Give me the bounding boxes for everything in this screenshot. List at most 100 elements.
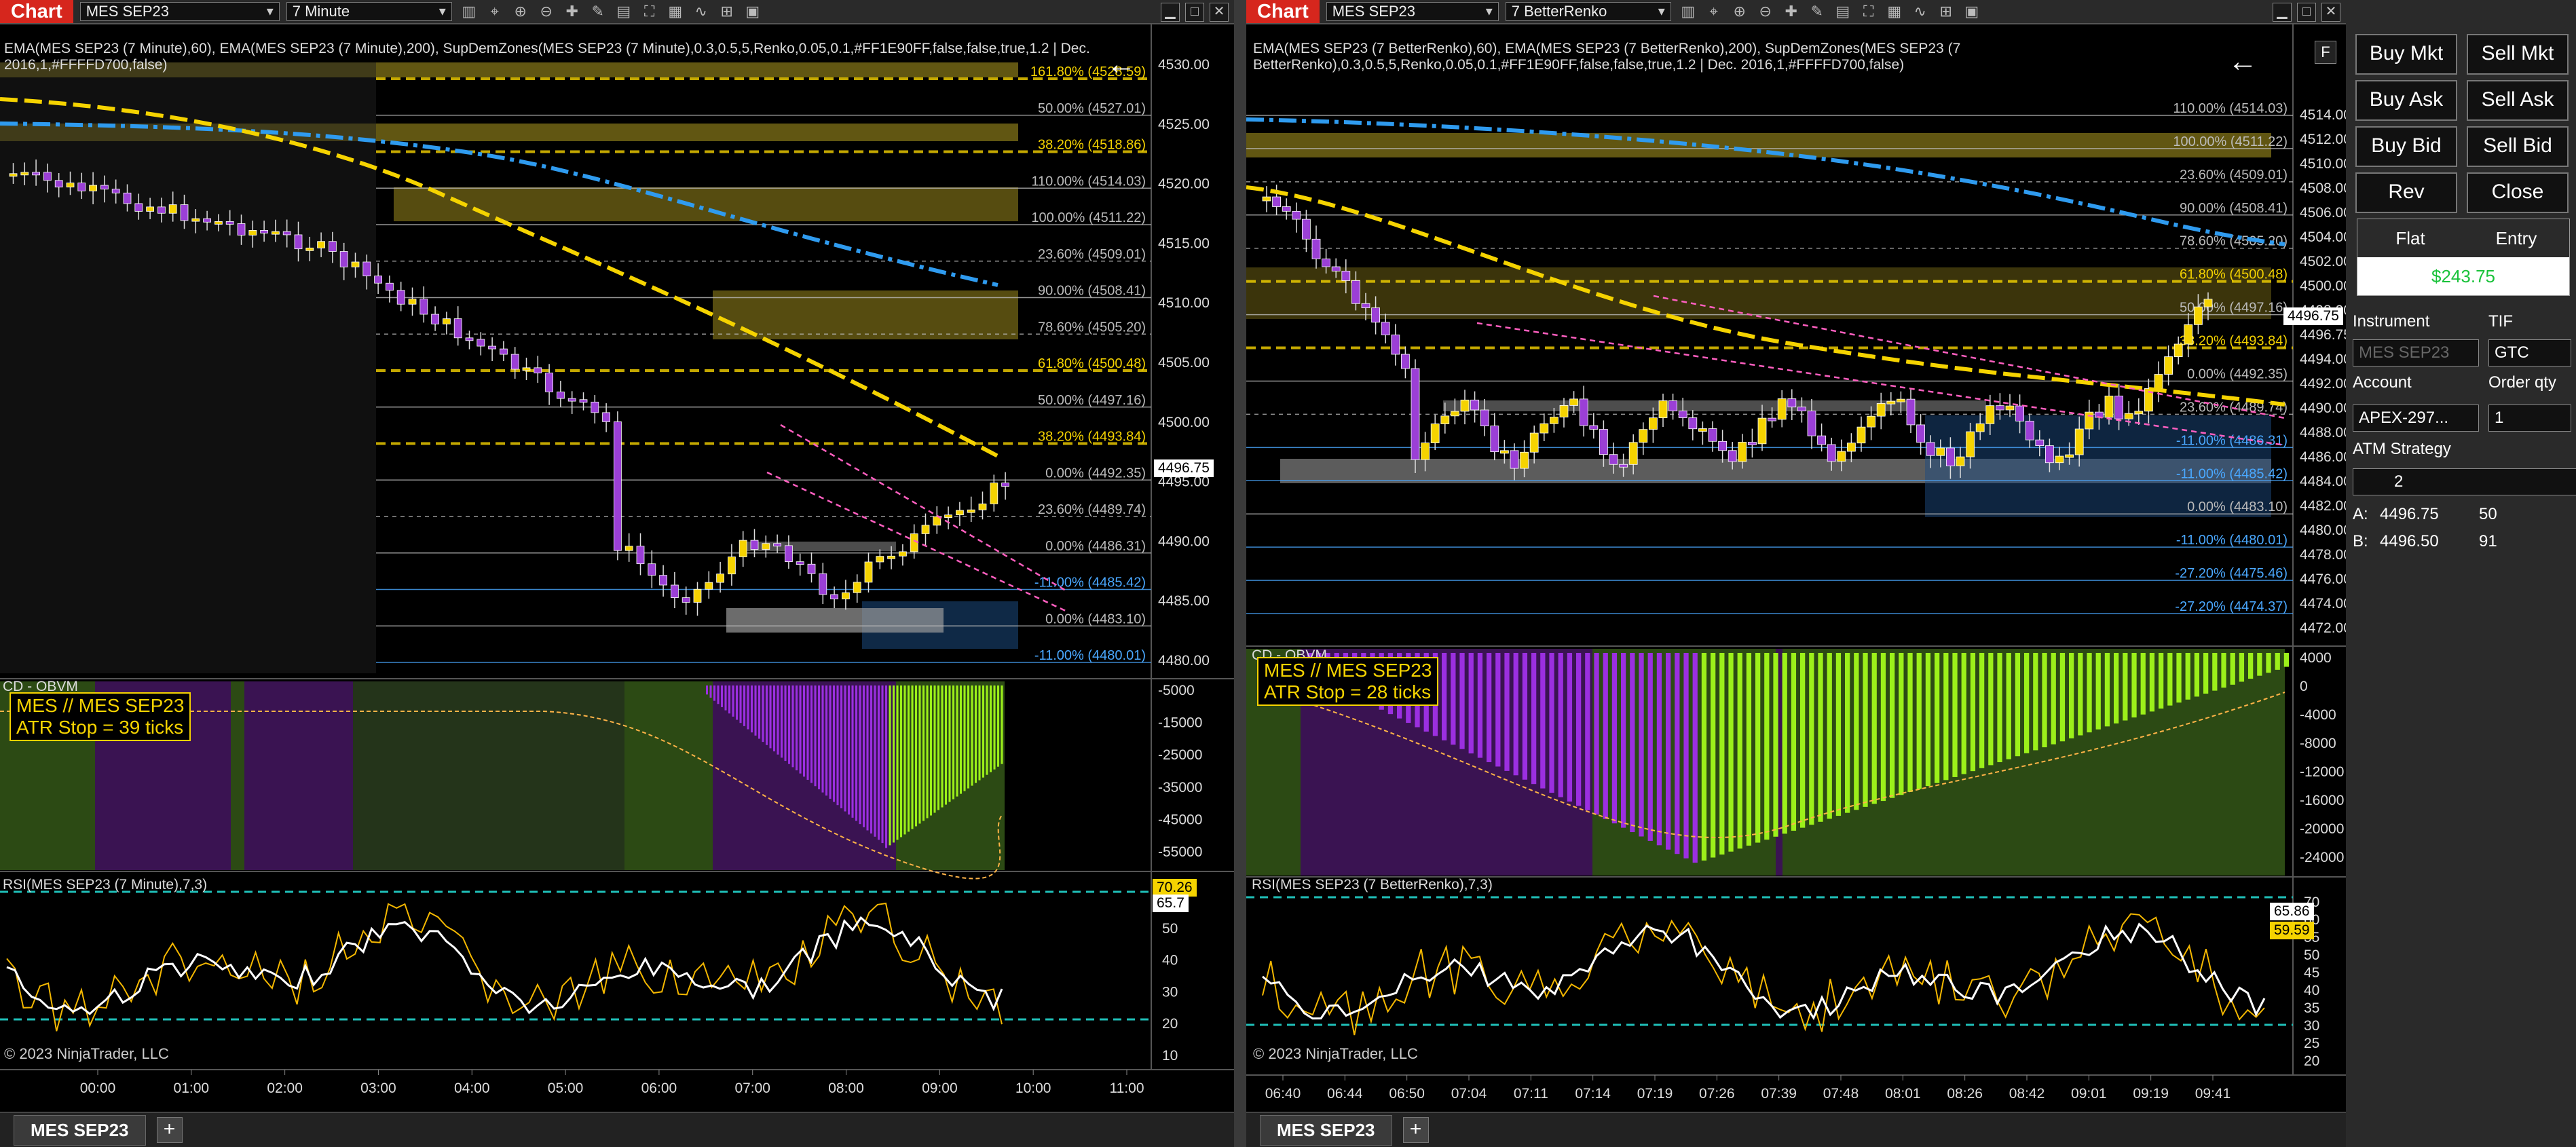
close-icon[interactable]: ✕ (1210, 3, 1229, 22)
left-instrument-select[interactable]: MES SEP23 (79, 2, 280, 21)
maximize-icon[interactable]: □ (2297, 3, 2316, 22)
account-select[interactable]: APEX-297... (2353, 405, 2479, 432)
sell-ask-button[interactable]: Sell Ask (2467, 80, 2569, 121)
bid-label: B: (2353, 532, 2368, 550)
right-interval-select[interactable]: 7 BetterRenko (1505, 2, 1671, 21)
maximize-icon[interactable]: □ (1185, 3, 1204, 22)
candle-body (237, 223, 246, 236)
fib-level-label: 110.00% (4514.03) (2173, 101, 2288, 116)
obv-bar (1764, 653, 1770, 840)
obv-axis-label: 0 (2300, 679, 2308, 694)
strategy-icon[interactable]: ⛶ (641, 3, 658, 20)
left-copyright: © 2023 NinjaTrader, LLC (4, 1045, 169, 1062)
order-qty-stepper[interactable]: 1 (2488, 405, 2571, 432)
crosshair-icon[interactable]: ⌖ (1705, 3, 1723, 20)
zoom-out-icon[interactable]: ⊖ (1757, 3, 1774, 20)
candle-body (1777, 398, 1787, 420)
right-chart-tab[interactable]: Chart (1246, 0, 1320, 23)
fib-level-label: 38.20% (4493.84) (2180, 334, 2288, 349)
time-axis-label: 09:00 (922, 1080, 958, 1096)
buy-ask-button[interactable]: Buy Ask (2355, 80, 2457, 121)
fib-level-label: 100.00% (4511.22) (1031, 210, 1146, 225)
panel-divider[interactable] (1234, 0, 1246, 1147)
close-icon[interactable]: ✕ (2321, 3, 2340, 22)
left-chart-tab[interactable]: Chart (0, 0, 73, 23)
candle-body (910, 533, 918, 552)
candle-body (1718, 440, 1727, 451)
buy-market-button[interactable]: Buy Mkt (2355, 34, 2457, 75)
template-icon[interactable]: ▤ (615, 3, 633, 20)
crosshair-icon[interactable]: ⌖ (486, 3, 504, 20)
obv-bar (1935, 653, 1940, 783)
candle-body (453, 318, 462, 339)
properties-icon[interactable]: ⊞ (718, 3, 736, 20)
close-position-button[interactable]: Close (2467, 172, 2569, 213)
candle-body (602, 412, 610, 422)
obv-axis-label: -55000 (1158, 844, 1202, 860)
data-box-icon[interactable]: ▣ (744, 3, 762, 20)
data-box-icon[interactable]: ▣ (1963, 3, 1981, 20)
candle-body (2104, 396, 2114, 418)
right-price-chart[interactable]: 4514.00 4512.00 4510.00 4508.00 4506.00 4504.… (1246, 24, 2346, 1113)
rsi-axis-label: 40 (1162, 953, 1178, 969)
chart-trader-icon[interactable]: ▦ (667, 3, 684, 20)
entry-label: Entry (2463, 219, 2569, 257)
back-arrow-icon[interactable]: ← (2228, 45, 2258, 79)
obv-bar (821, 685, 824, 793)
obv-bar (952, 685, 955, 800)
buy-bid-button[interactable]: Buy Bid (2355, 126, 2457, 167)
template-icon[interactable]: ▤ (1834, 3, 1852, 20)
bars-type-icon[interactable]: ▥ (460, 3, 478, 20)
obv-bar (2059, 653, 2066, 742)
zoom-in-icon[interactable]: ⊕ (512, 3, 529, 20)
zoom-out-icon[interactable]: ⊖ (538, 3, 555, 20)
right-add-tab-button[interactable]: + (1402, 1117, 1429, 1143)
obv-bar (1711, 653, 1716, 858)
obv-bar (2212, 653, 2218, 691)
left-instrument-tab[interactable]: MES SEP23 (14, 1114, 146, 1146)
pencil-icon[interactable]: ✎ (589, 3, 607, 20)
rsi-average-line (1262, 922, 2266, 1021)
candle-body (1847, 443, 1856, 452)
instrument-select[interactable]: MES SEP23 (2353, 339, 2479, 366)
sell-market-button[interactable]: Sell Mkt (2467, 34, 2569, 75)
bars-type-icon[interactable]: ▥ (1679, 3, 1697, 20)
right-instrument-select[interactable]: MES SEP23 (1326, 2, 1499, 21)
minimize-icon[interactable]: ▁ (2273, 3, 2292, 22)
left-interval-select[interactable]: 7 Minute (286, 2, 452, 21)
candle-body (1975, 423, 1985, 432)
pencil-icon[interactable]: ✎ (1808, 3, 1826, 20)
zoom-in-icon[interactable]: ⊕ (1731, 3, 1749, 20)
candle-body (545, 373, 553, 392)
indicators-icon[interactable]: ∿ (692, 3, 710, 20)
sell-bid-button[interactable]: Sell Bid (2467, 126, 2569, 167)
atm-strategy-select[interactable]: 2 (2353, 468, 2576, 495)
tif-select[interactable]: GTC (2488, 339, 2571, 366)
obv-bar (825, 685, 828, 796)
strategy-icon[interactable]: ⛶ (1860, 3, 1878, 20)
candle-body (1688, 417, 1698, 430)
plus-icon[interactable]: ✚ (563, 3, 581, 20)
plus-icon[interactable]: ✚ (1782, 3, 1800, 20)
chart-trader-icon[interactable]: ▦ (1886, 3, 1903, 20)
f-toggle-button[interactable]: F (2315, 41, 2336, 64)
right-chart-window: Chart MES SEP23 7 BetterRenko ▥ ⌖ ⊕ ⊖ ✚ … (1246, 0, 2346, 1147)
indicators-icon[interactable]: ∿ (1911, 3, 1929, 20)
right-instrument-tab[interactable]: MES SEP23 (1260, 1114, 1392, 1146)
obv-bar (1477, 653, 1483, 758)
candle-body (693, 588, 702, 603)
fib-level-label: 0.00% (4483.10) (1045, 612, 1146, 626)
candle-body (887, 555, 895, 559)
reverse-button[interactable]: Rev (2355, 172, 2457, 213)
candle-body (1768, 417, 1776, 421)
obv-background (624, 681, 713, 870)
left-add-tab-button[interactable]: + (156, 1117, 183, 1143)
fib-level-label: -11.00% (4486.31) (2176, 433, 2288, 448)
left-price-chart[interactable]: 4530.00 4525.00 4520.00 4515.00 4510.00 4505.… (0, 24, 1234, 1113)
minimize-icon[interactable]: ▁ (1161, 3, 1180, 22)
fib-level-label: 0.00% (4483.10) (2187, 500, 2288, 514)
back-arrow-icon[interactable]: ← (1106, 48, 1136, 81)
obv-bar (1675, 653, 1680, 854)
properties-icon[interactable]: ⊞ (1937, 3, 1955, 20)
obv-bar (836, 685, 839, 806)
